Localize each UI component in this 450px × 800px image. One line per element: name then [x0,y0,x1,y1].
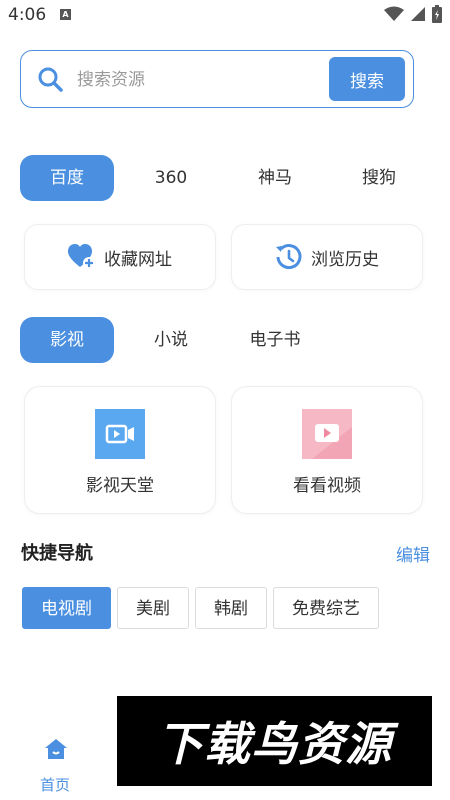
search-input[interactable] [75,65,329,95]
category-label: 看看视频 [293,476,361,496]
tab-ebooks[interactable]: 电子书 [228,317,322,363]
favorites-label: 收藏网址 [104,249,172,270]
category-card-kankan-video[interactable]: 看看视频 [231,386,423,514]
notification-badge: A [60,9,71,20]
chip-korean-series[interactable]: 韩剧 [195,587,267,629]
engine-tabs: 百度 360 神马 搜狗 [20,155,436,201]
search-icon [38,67,63,92]
tab-sogou[interactable]: 搜狗 [332,155,426,201]
chip-free-variety[interactable]: 免费综艺 [273,587,379,629]
history-label: 浏览历史 [311,249,379,270]
tab-baidu[interactable]: 百度 [20,155,114,201]
category-card-movie-heaven[interactable]: 影视天堂 [24,386,216,514]
tab-360[interactable]: 360 [124,155,218,201]
video-camera-icon [95,409,145,459]
search-button[interactable]: 搜索 [329,57,405,101]
search-bar: 搜索 [20,50,414,108]
video-play-icon [302,409,352,459]
wifi-icon [384,6,404,21]
status-time: 4:06 [8,5,47,25]
battery-icon [432,5,442,23]
nav-home-label[interactable]: 首页 [40,774,70,795]
status-bar: 4:06 A [0,0,450,30]
signal-icon [411,7,425,21]
tab-shenma[interactable]: 神马 [228,155,322,201]
quick-nav-chips: 电视剧 美剧 韩剧 免费综艺 [22,587,379,629]
edit-button[interactable]: 编辑 [396,541,430,566]
home-icon[interactable] [44,738,68,760]
chip-tv-series[interactable]: 电视剧 [22,587,111,629]
heart-plus-icon [68,244,95,269]
status-icons [384,5,442,23]
history-clock-icon [276,244,302,270]
chip-us-series[interactable]: 美剧 [117,587,189,629]
history-button[interactable]: 浏览历史 [231,224,423,290]
tab-novels[interactable]: 小说 [124,317,218,363]
tab-movies[interactable]: 影视 [20,317,114,363]
watermark: 下载鸟资源 [117,696,432,786]
category-tabs: 影视 小说 电子书 [20,317,332,363]
category-label: 影视天堂 [86,476,154,496]
quick-nav-title: 快捷导航 [21,543,93,564]
favorites-button[interactable]: 收藏网址 [24,224,216,290]
watermark-text: 下载鸟资源 [157,717,392,771]
